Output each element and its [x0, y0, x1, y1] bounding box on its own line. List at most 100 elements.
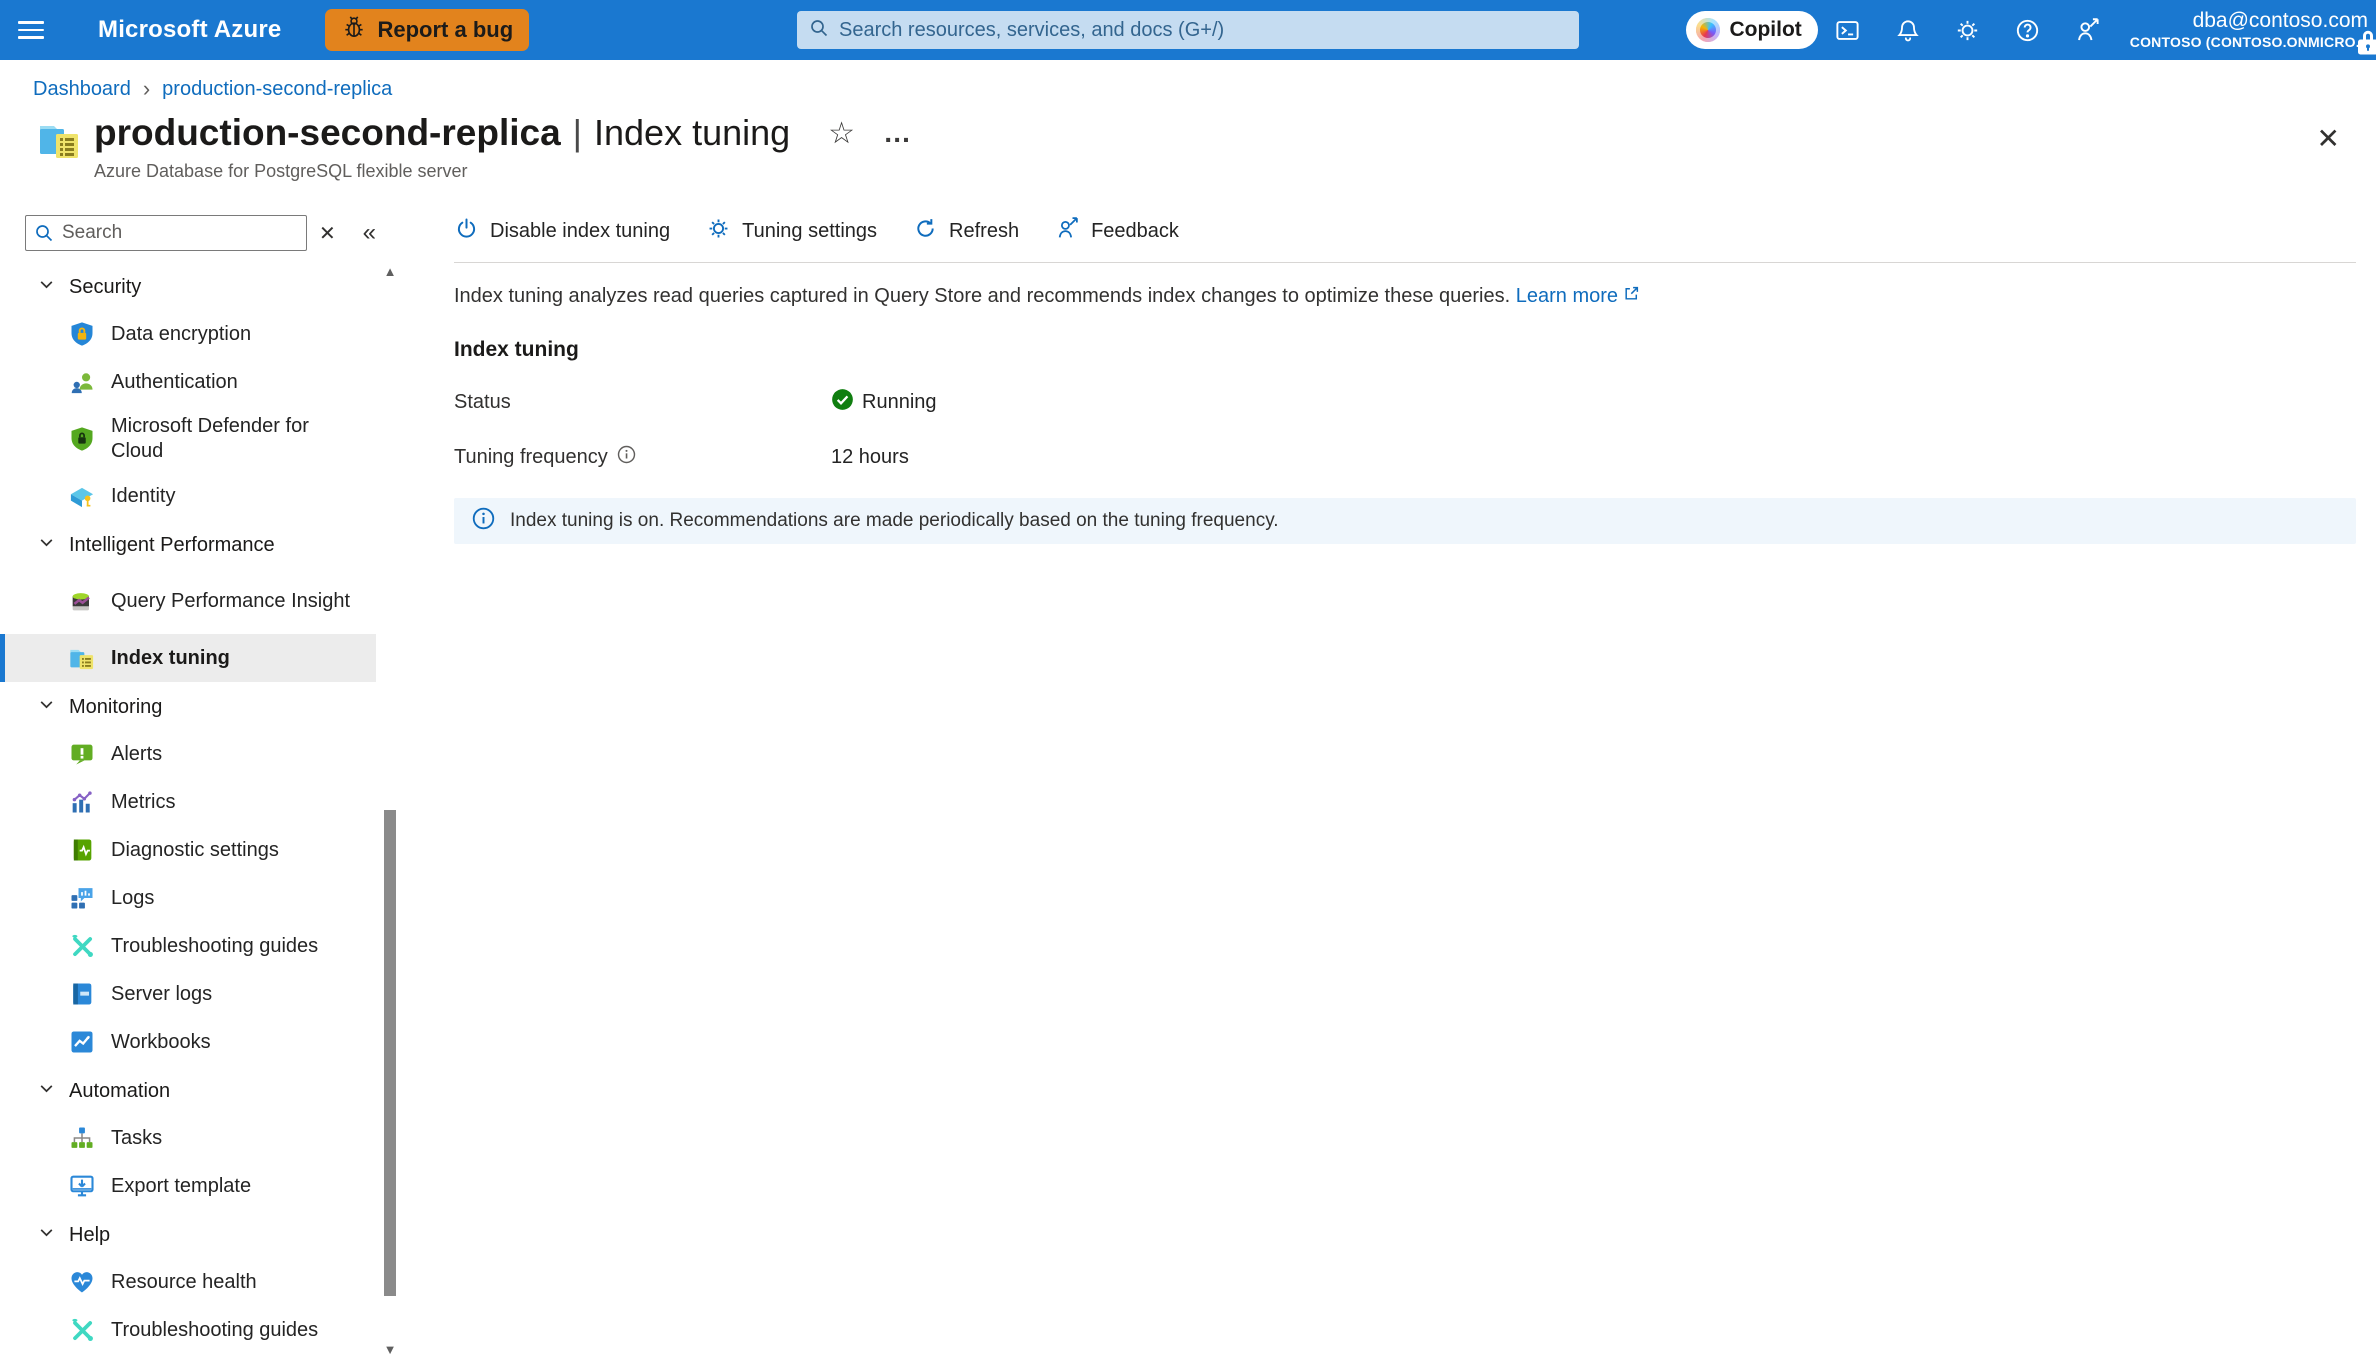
sidebar-item-resource-health[interactable]: Resource health	[0, 1258, 376, 1306]
sidebar-section-monitoring[interactable]: Monitoring	[0, 684, 376, 730]
learn-more-link[interactable]: Learn more	[1516, 285, 1640, 308]
sidebar-item-identity[interactable]: Identity	[0, 472, 376, 520]
favorite-star-icon[interactable]: ☆	[828, 116, 855, 151]
sidebar-item-troubleshooting-guides-help[interactable]: Troubleshooting guides	[0, 1306, 376, 1354]
data-encryption-icon	[68, 320, 96, 348]
tuning-frequency-value: 12 hours	[831, 446, 909, 468]
section-title: Index tuning	[454, 338, 579, 361]
sidebar-section-help[interactable]: Help	[0, 1212, 376, 1258]
breadcrumb-separator-icon: ›	[142, 76, 151, 101]
export-template-icon	[68, 1172, 96, 1200]
account-info[interactable]: dba@contoso.com CONTOSO (CONTOSO.ONMICRO…	[2130, 8, 2368, 52]
sidebar-item-troubleshooting-guides[interactable]: Troubleshooting guides	[0, 922, 376, 970]
sidebar-search[interactable]	[25, 215, 307, 251]
report-bug-button[interactable]: Report a bug	[325, 9, 530, 51]
index-tuning-icon	[68, 644, 96, 672]
command-bar: Disable index tuning Tuning settings Ref…	[454, 200, 2356, 263]
chevron-down-icon	[38, 1224, 55, 1246]
scroll-up-icon[interactable]: ▲	[382, 264, 398, 279]
sidebar-item-data-encryption[interactable]: Data encryption	[0, 310, 376, 358]
chevron-down-icon	[38, 534, 55, 556]
cloud-shell-icon[interactable]	[1818, 0, 1878, 60]
tuning-frequency-label: Tuning frequency	[454, 446, 608, 468]
feedback-icon	[1055, 216, 1080, 247]
sidebar-search-input[interactable]	[25, 215, 307, 251]
info-banner: Index tuning is on. Recommendations are …	[454, 498, 2356, 544]
search-icon	[34, 223, 54, 248]
status-row: Status Running	[454, 388, 2356, 417]
status-value: Running	[831, 388, 937, 417]
close-icon[interactable]: ✕	[2317, 122, 2340, 155]
sidebar-item-tasks[interactable]: Tasks	[0, 1114, 376, 1162]
sidebar-item-server-logs[interactable]: Server logs	[0, 970, 376, 1018]
authentication-icon	[68, 368, 96, 396]
hamburger-menu-icon[interactable]	[0, 0, 62, 60]
sidebar-item-export-template[interactable]: Export template	[0, 1162, 376, 1210]
success-check-icon	[831, 388, 854, 417]
info-icon[interactable]	[617, 445, 636, 470]
chevron-down-icon	[38, 276, 55, 298]
settings-gear-icon[interactable]	[1938, 0, 1998, 60]
sidebar-item-logs[interactable]: Logs	[0, 874, 376, 922]
sidebar-item-workbooks[interactable]: Workbooks	[0, 1018, 376, 1066]
lock-icon	[2353, 27, 2376, 62]
feedback-icon[interactable]	[2058, 0, 2118, 60]
tuning-settings-button[interactable]: Tuning settings	[706, 216, 877, 247]
sidebar-item-alerts[interactable]: Alerts	[0, 730, 376, 778]
sidebar-section-automation[interactable]: Automation	[0, 1068, 376, 1114]
help-icon[interactable]	[1998, 0, 2058, 60]
defender-for-cloud-icon	[68, 425, 96, 453]
breadcrumb-resource[interactable]: production-second-replica	[162, 78, 392, 101]
scrollbar-thumb[interactable]	[384, 810, 396, 1296]
global-search[interactable]	[797, 11, 1579, 49]
postgresql-server-icon	[36, 116, 82, 162]
alerts-icon	[68, 740, 96, 768]
info-icon	[472, 507, 495, 536]
top-bar: Microsoft Azure Report a bug Copilot	[0, 0, 2376, 60]
sidebar-item-defender-for-cloud[interactable]: Microsoft Defender for Cloud	[0, 406, 376, 472]
clear-search-icon[interactable]: ✕	[319, 221, 336, 246]
status-label: Status	[454, 391, 511, 413]
chevron-down-icon	[38, 696, 55, 718]
blade-description: Index tuning analyzes read queries captu…	[454, 285, 2356, 308]
sidebar-item-metrics[interactable]: Metrics	[0, 778, 376, 826]
logs-icon	[68, 884, 96, 912]
notifications-bell-icon[interactable]	[1878, 0, 1938, 60]
resource-health-icon	[68, 1268, 96, 1296]
sidebar-scrollbar: ▲ ▼	[382, 264, 398, 1357]
account-tenant: CONTOSO (CONTOSO.ONMICRO...	[2129, 34, 2368, 51]
global-search-input[interactable]	[839, 18, 1567, 42]
more-options-icon[interactable]: …	[883, 117, 913, 149]
sidebar-item-query-performance-insight[interactable]: Query Performance Insight	[0, 568, 376, 634]
diagnostic-settings-icon	[68, 836, 96, 864]
refresh-icon	[913, 216, 938, 247]
troubleshooting-guides-icon	[68, 932, 96, 960]
scroll-down-icon[interactable]: ▼	[382, 1342, 398, 1357]
gear-icon	[706, 216, 731, 247]
index-tuning-blade: Disable index tuning Tuning settings Ref…	[400, 200, 2376, 1359]
page-title-section: Index tuning	[594, 112, 791, 153]
search-icon	[809, 18, 829, 43]
collapse-menu-icon[interactable]: «	[363, 219, 376, 247]
sidebar-nav: Security Data encryption Authentication …	[0, 264, 376, 1354]
copilot-button[interactable]: Copilot	[1686, 11, 1818, 49]
title-separator: |	[572, 112, 583, 153]
copilot-icon	[1696, 18, 1721, 42]
info-banner-text: Index tuning is on. Recommendations are …	[510, 510, 1279, 531]
breadcrumb: Dashboard › production-second-replica	[0, 60, 2376, 102]
sidebar-section-intelligent-performance[interactable]: Intelligent Performance	[0, 522, 376, 568]
page-header: production-second-replica | Index tuning…	[0, 102, 2376, 200]
tuning-frequency-row: Tuning frequency 12 hours	[454, 445, 2356, 470]
sidebar-item-diagnostic-settings[interactable]: Diagnostic settings	[0, 826, 376, 874]
sidebar-item-authentication[interactable]: Authentication	[0, 358, 376, 406]
sidebar-item-index-tuning[interactable]: Index tuning	[0, 634, 376, 682]
tasks-icon	[68, 1124, 96, 1152]
refresh-button[interactable]: Refresh	[913, 216, 1019, 247]
breadcrumb-dashboard[interactable]: Dashboard	[33, 78, 131, 101]
feedback-button[interactable]: Feedback	[1055, 216, 1179, 247]
external-link-icon	[1623, 285, 1640, 308]
sidebar-section-security[interactable]: Security	[0, 264, 376, 310]
azure-logo-text[interactable]: Microsoft Azure	[98, 16, 281, 44]
troubleshooting-guides-icon	[68, 1316, 96, 1344]
disable-index-tuning-button[interactable]: Disable index tuning	[454, 216, 670, 247]
